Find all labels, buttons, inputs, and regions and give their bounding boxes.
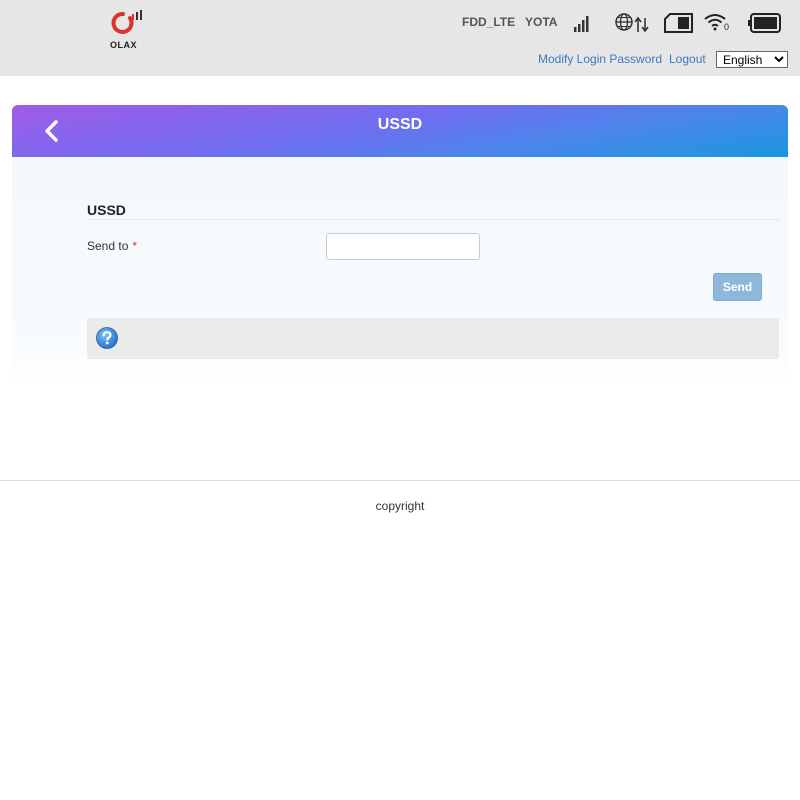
section-divider [87,219,779,220]
send-to-input[interactable] [326,233,480,260]
sim-card-icon [664,13,693,33]
signal-bars-icon [574,16,589,32]
wifi-clients-count: 0 [724,22,730,32]
operator-label: YOTA [525,15,558,29]
send-to-label-text: Send to [87,239,129,253]
network-type-label: FDD_LTE [462,15,516,29]
question-circle-icon[interactable] [96,327,118,349]
footer-divider [0,480,800,481]
logo-text: OLAX [110,40,138,50]
page-title: USSD [377,116,423,133]
globe-data-icon [615,13,649,33]
card-header: USSD [12,105,788,157]
card-body: USSD Send to * Send [12,157,788,385]
top-header: OLAX FDD_LTE YOTA 0 Modify Login Passwor… [0,0,800,76]
section-title: USSD [87,202,126,218]
language-select[interactable]: English [716,51,788,68]
help-box [87,318,779,359]
ussd-card: USSD USSD Send to * Send [12,105,788,385]
modify-password-link[interactable]: Modify Login Password [538,52,662,66]
required-marker: * [132,239,138,253]
send-to-label: Send to * [87,239,137,253]
send-button[interactable]: Send [713,273,762,301]
logout-link[interactable]: Logout [669,52,706,66]
copyright-text: copyright [375,499,425,513]
battery-icon [748,13,781,33]
wifi-icon [704,14,726,31]
